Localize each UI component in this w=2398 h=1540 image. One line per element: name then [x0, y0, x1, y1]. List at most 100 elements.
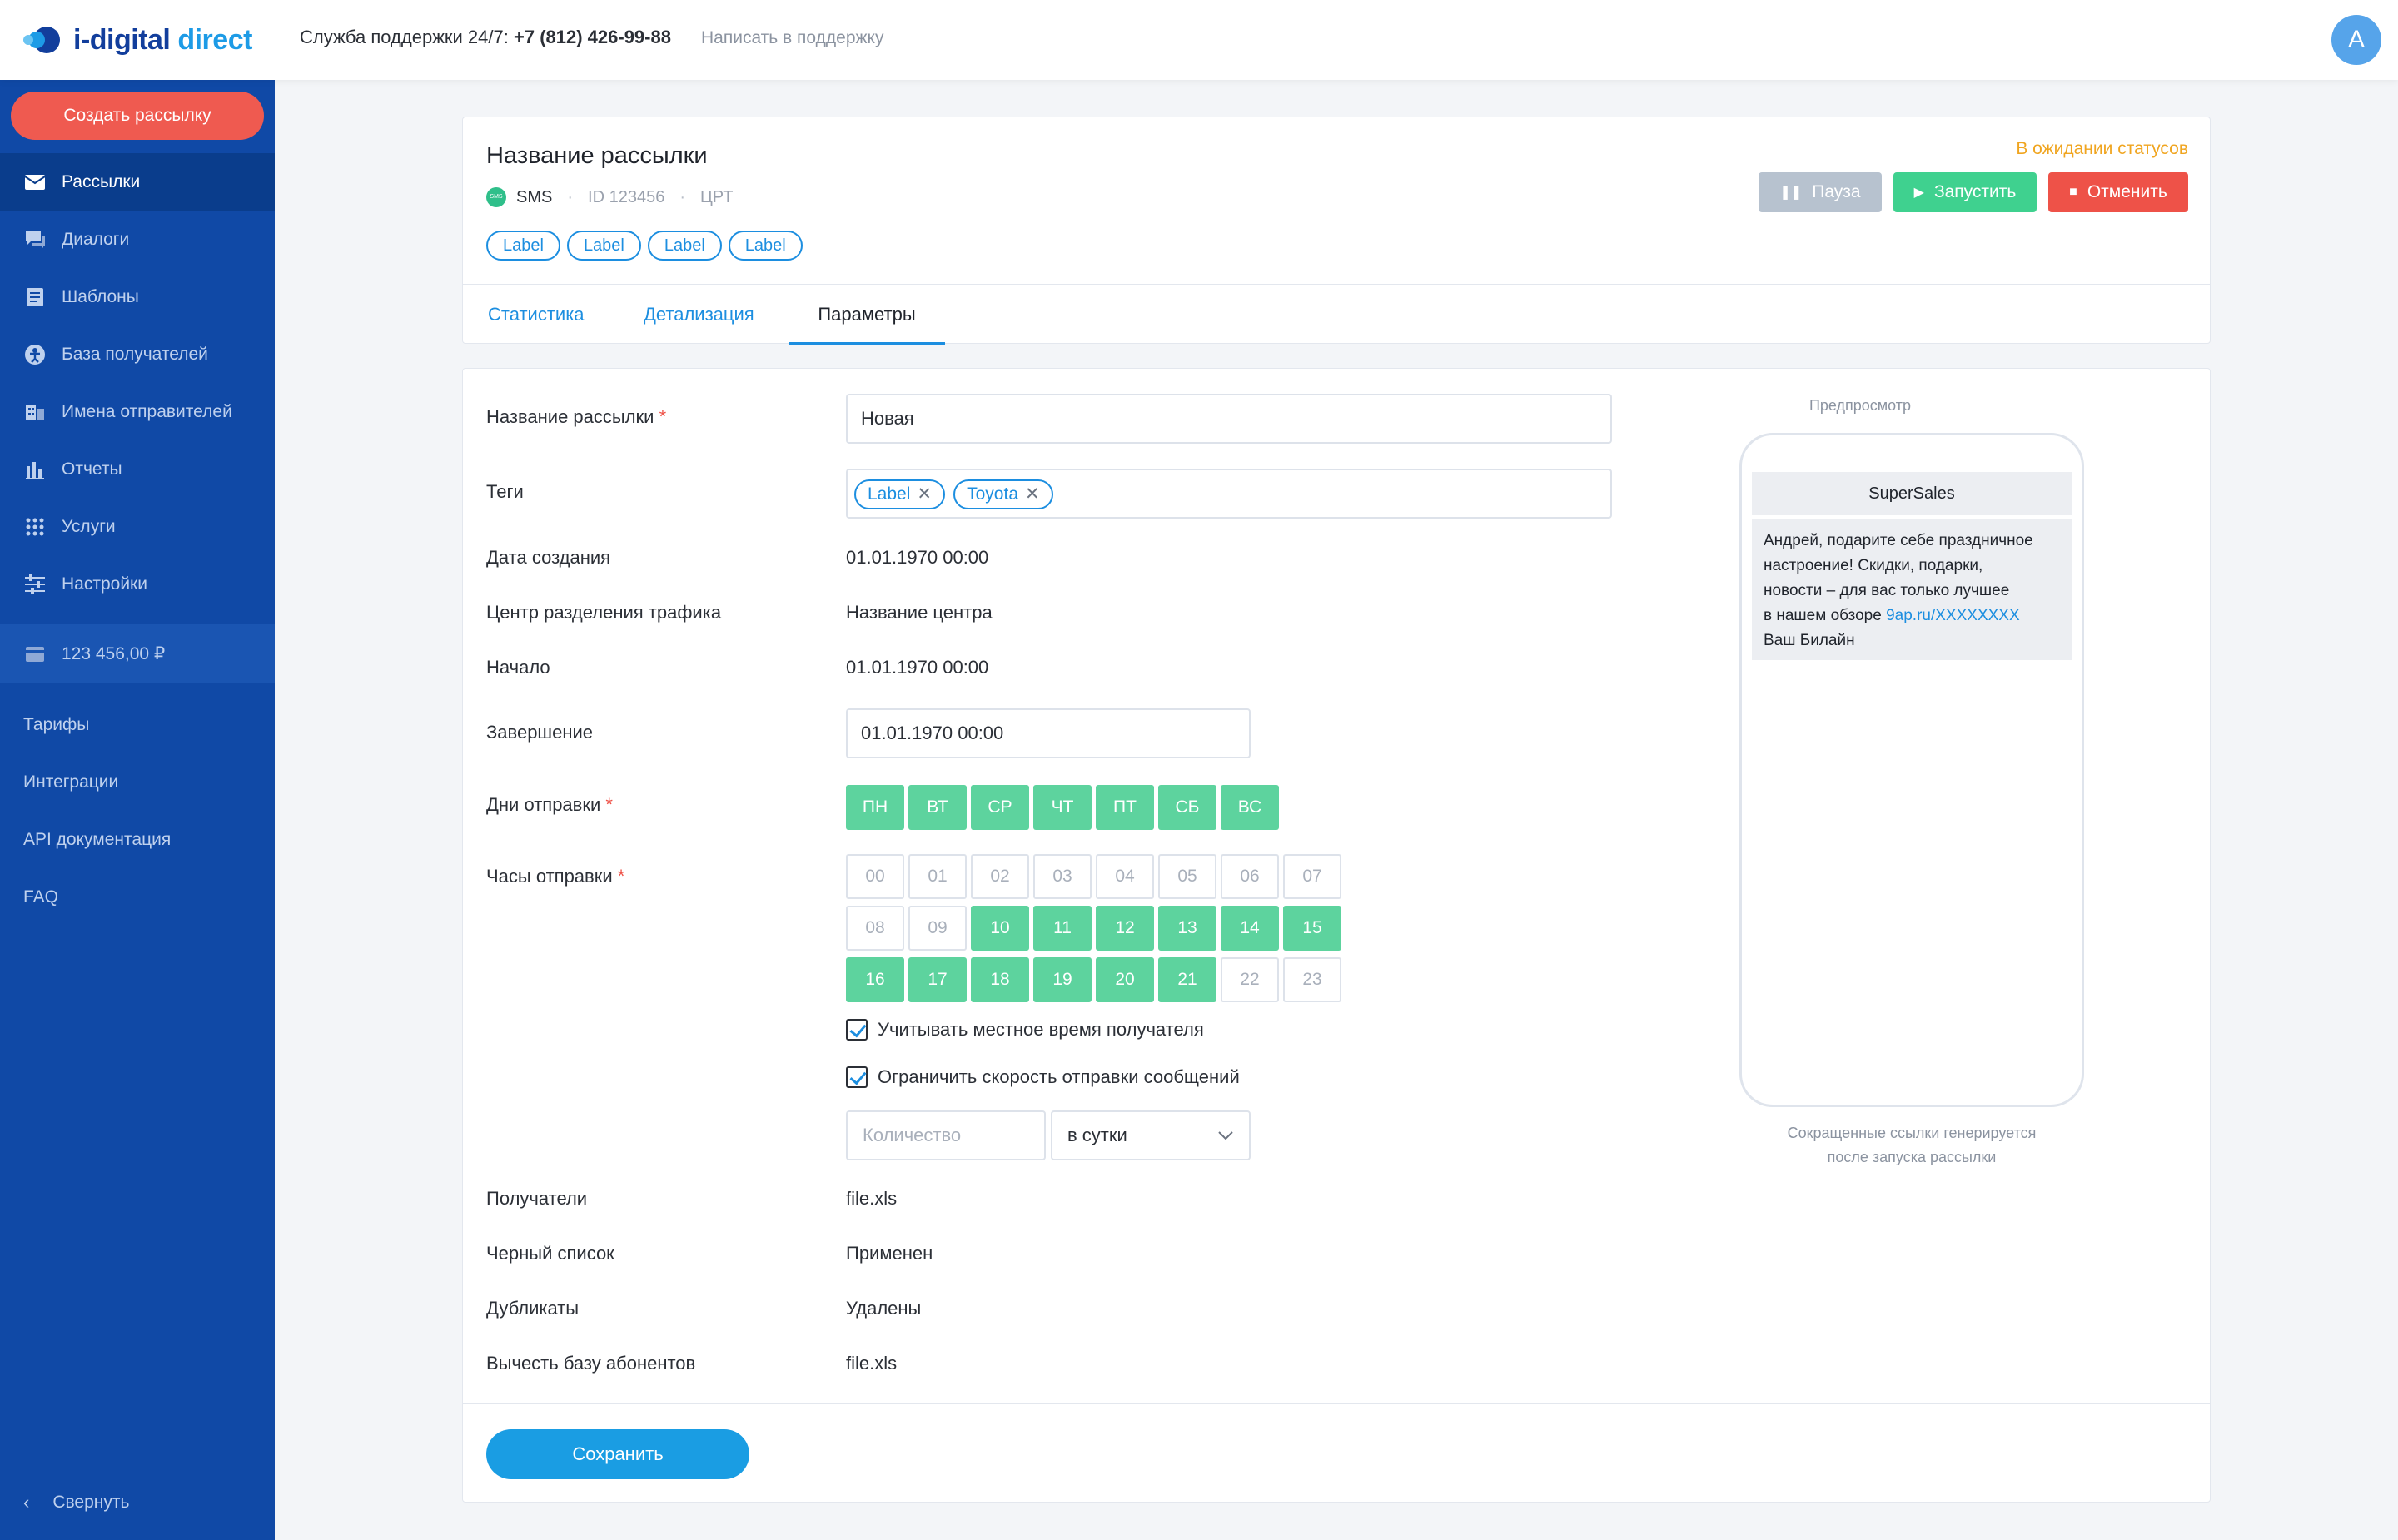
end-date-input[interactable]: 01.01.1970 00:00: [846, 708, 1251, 758]
preview-line: Андрей, подарите себе праздничное: [1764, 532, 2033, 549]
campaign-center: ЦРТ: [699, 187, 734, 206]
sidebar-item-recipients[interactable]: База получателей: [0, 325, 275, 383]
pause-button[interactable]: ❚❚ Пауза: [1759, 172, 1882, 212]
duplicates-value: Удалены: [846, 1298, 922, 1319]
hour-toggle-20[interactable]: 20: [1096, 957, 1154, 1002]
close-icon[interactable]: ✕: [917, 484, 932, 504]
hour-toggle-23[interactable]: 23: [1283, 957, 1341, 1002]
sidebar-item-label: Рассылки: [62, 171, 141, 191]
sidebar-item-label: Настройки: [62, 574, 147, 594]
day-toggle-tue[interactable]: ВТ: [908, 785, 967, 830]
sidebar-link-tariffs[interactable]: Тарифы: [0, 696, 275, 753]
hour-toggle-21[interactable]: 21: [1158, 957, 1216, 1002]
create-campaign-button[interactable]: Создать рассылку: [11, 92, 264, 140]
sidebar-link-faq[interactable]: FAQ: [0, 868, 275, 926]
label-tag[interactable]: Label: [728, 231, 803, 261]
cancel-button[interactable]: ■ Отменить: [2048, 172, 2188, 212]
hour-toggle-18[interactable]: 18: [971, 957, 1029, 1002]
hour-toggle-22[interactable]: 22: [1221, 957, 1279, 1002]
hour-toggle-14[interactable]: 14: [1221, 906, 1279, 951]
sidebar-item-reports[interactable]: Отчеты: [0, 440, 275, 498]
day-toggle-wed[interactable]: СР: [971, 785, 1029, 830]
checkbox-checked-icon: [846, 1066, 868, 1088]
tags-input[interactable]: Label ✕ Toyota ✕: [846, 469, 1612, 519]
hour-toggle-10[interactable]: 10: [971, 906, 1029, 951]
tab-details[interactable]: Детализация: [644, 285, 754, 345]
sidebar-item-label: База получателей: [62, 344, 208, 364]
quantity-input[interactable]: Количество: [846, 1110, 1046, 1160]
sidebar-item-sender-names[interactable]: Имена отправителей: [0, 383, 275, 440]
hour-toggle-11[interactable]: 11: [1033, 906, 1092, 951]
days-selector: ПН ВТ СР ЧТ ПТ СБ ВС: [846, 785, 1283, 830]
hour-toggle-01[interactable]: 01: [908, 854, 967, 899]
preview-title: Предпросмотр: [1808, 397, 1912, 414]
period-value: в сутки: [1067, 1125, 1127, 1145]
day-toggle-sat[interactable]: СБ: [1158, 785, 1216, 830]
hour-toggle-00[interactable]: 00: [846, 854, 904, 899]
sliders-icon: [23, 573, 47, 596]
hour-toggle-12[interactable]: 12: [1096, 906, 1154, 951]
hour-toggle-13[interactable]: 13: [1158, 906, 1216, 951]
traffic-center-label: Центр разделения трафика: [486, 602, 722, 623]
sidebar-item-templates[interactable]: Шаблоны: [0, 268, 275, 325]
sms-channel-icon: SMS: [486, 187, 506, 207]
hour-toggle-03[interactable]: 03: [1033, 854, 1092, 899]
preview-line: настроение! Скидки, подарки,: [1764, 557, 1983, 574]
day-toggle-fri[interactable]: ПТ: [1096, 785, 1154, 830]
hour-toggle-16[interactable]: 16: [846, 957, 904, 1002]
preview-sender: SuperSales: [1752, 472, 2072, 515]
run-label: Запустить: [1933, 182, 2017, 201]
start-value: 01.01.1970 00:00: [846, 657, 989, 678]
sidebar-item-services[interactable]: Услуги: [0, 498, 275, 555]
support-phone[interactable]: +7 (812) 426-99-88: [514, 27, 671, 47]
campaign-name-input[interactable]: Новая: [846, 394, 1612, 444]
sidebar-link-api-docs[interactable]: API документация: [0, 811, 275, 868]
tab-statistics[interactable]: Статистика: [488, 285, 585, 345]
period-select[interactable]: в сутки: [1051, 1110, 1251, 1160]
sidebar-links: Тарифы Интеграции API документация FAQ: [0, 696, 275, 926]
local-time-checkbox[interactable]: Учитывать местное время получателя: [846, 1019, 1204, 1041]
label-tag[interactable]: Label: [647, 231, 722, 261]
limit-speed-checkbox[interactable]: Ограничить скорость отправки сообщений: [846, 1066, 1240, 1088]
balance[interactable]: 123 456,00 ₽: [0, 624, 275, 683]
logo[interactable]: i-digital direct: [18, 18, 252, 62]
hour-toggle-17[interactable]: 17: [908, 957, 967, 1002]
day-toggle-mon[interactable]: ПН: [846, 785, 904, 830]
hour-toggle-19[interactable]: 19: [1033, 957, 1092, 1002]
day-toggle-thu[interactable]: ЧТ: [1033, 785, 1092, 830]
tag-chip[interactable]: Label ✕: [854, 479, 945, 510]
hour-toggle-04[interactable]: 04: [1096, 854, 1154, 899]
label-tag[interactable]: Label: [566, 231, 641, 261]
sidebar-item-settings[interactable]: Настройки: [0, 555, 275, 613]
chevron-down-icon: [1217, 1112, 1234, 1159]
label-tag[interactable]: Label: [486, 231, 560, 261]
collapse-sidebar-button[interactable]: ‹ Свернуть: [23, 1492, 129, 1513]
hour-toggle-09[interactable]: 09: [908, 906, 967, 951]
hour-toggle-06[interactable]: 06: [1221, 854, 1279, 899]
phone-preview: SuperSales Андрей, подарите себе праздни…: [1739, 433, 2084, 1107]
save-button[interactable]: Сохранить: [486, 1429, 749, 1479]
sidebar-item-dialogs[interactable]: Диалоги: [0, 211, 275, 268]
top-bar: i-digital direct Служба поддержки 24/7: …: [0, 0, 2398, 80]
hour-toggle-15[interactable]: 15: [1283, 906, 1341, 951]
hour-toggle-02[interactable]: 02: [971, 854, 1029, 899]
logo-text: i-digital direct: [73, 23, 252, 56]
sidebar-item-campaigns[interactable]: Рассылки: [0, 153, 275, 211]
created-label: Дата создания: [486, 547, 611, 568]
support-link[interactable]: Написать в поддержку: [701, 28, 883, 48]
tag-chip[interactable]: Toyota ✕: [953, 479, 1053, 510]
hour-toggle-07[interactable]: 07: [1283, 854, 1341, 899]
pause-label: Пауза: [1812, 182, 1861, 201]
tab-parameters[interactable]: Параметры: [789, 285, 945, 345]
sidebar-link-integrations[interactable]: Интеграции: [0, 753, 275, 811]
avatar[interactable]: A: [2331, 15, 2381, 65]
hour-toggle-08[interactable]: 08: [846, 906, 904, 951]
preview-note: Сокращенные ссылки генерируется после за…: [1787, 1125, 2037, 1165]
bar-chart-icon: [23, 458, 47, 481]
run-button[interactable]: ▶ Запустить: [1893, 172, 2037, 212]
day-toggle-sun[interactable]: ВС: [1221, 785, 1279, 830]
preview-link[interactable]: 9ap.ru/XXXXXXXX: [1886, 607, 2020, 624]
close-icon[interactable]: ✕: [1025, 484, 1040, 504]
hour-toggle-05[interactable]: 05: [1158, 854, 1216, 899]
status-badge: В ожидании статусов: [2016, 139, 2188, 158]
